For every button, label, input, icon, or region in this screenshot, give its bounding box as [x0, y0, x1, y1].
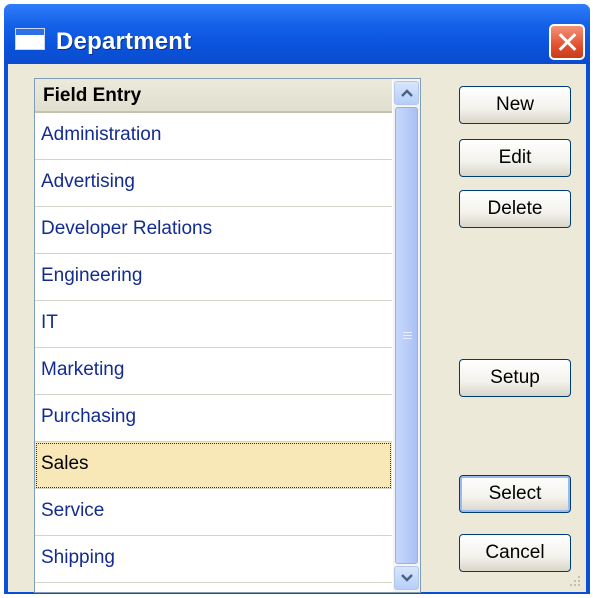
list-item-label: Shipping	[41, 547, 115, 568]
chevron-up-icon	[401, 89, 413, 97]
list-item[interactable]: Developer Relations	[35, 207, 392, 254]
list-item[interactable]: Shipping	[35, 536, 392, 583]
scrollbar-thumb[interactable]	[395, 107, 418, 564]
list-item-label: Engineering	[41, 265, 143, 286]
setup-button[interactable]: Setup	[459, 359, 571, 397]
edit-button[interactable]: Edit	[459, 139, 571, 177]
list-item-label: Purchasing	[41, 406, 137, 427]
cancel-button[interactable]: Cancel	[459, 534, 571, 572]
list-rows: Administration Advertising Developer Rel…	[35, 113, 392, 583]
new-button[interactable]: New	[459, 86, 571, 124]
list-item[interactable]: Engineering	[35, 254, 392, 301]
close-icon[interactable]	[549, 24, 585, 60]
list-item-label: Marketing	[41, 359, 125, 380]
list-item[interactable]: Administration	[35, 113, 392, 160]
select-button[interactable]: Select	[459, 475, 571, 513]
department-dialog: Department Field Entry Administration Ad…	[4, 4, 590, 594]
scroll-down-button[interactable]	[394, 566, 419, 590]
list-item[interactable]: Service	[35, 489, 392, 536]
list-item[interactable]: Advertising	[35, 160, 392, 207]
list-item-selected[interactable]: Sales	[35, 442, 392, 489]
list-item-label: Administration	[41, 124, 162, 145]
list-item-label: Service	[41, 500, 105, 521]
dialog-body: Field Entry Administration Advertising D…	[8, 64, 586, 593]
field-entry-list[interactable]: Field Entry Administration Advertising D…	[34, 78, 421, 593]
list-item[interactable]: Marketing	[35, 348, 392, 395]
column-header-field-entry[interactable]: Field Entry	[35, 79, 392, 113]
list-item-label: IT	[41, 312, 58, 333]
list-item[interactable]: IT	[35, 301, 392, 348]
resize-grip-icon[interactable]	[568, 574, 582, 588]
column-header-label: Field Entry	[43, 85, 142, 106]
title-bar[interactable]: Department	[4, 4, 590, 64]
window-title: Department	[56, 28, 192, 55]
list-item-label: Developer Relations	[41, 218, 213, 239]
scroll-up-button[interactable]	[394, 81, 419, 105]
window-icon	[15, 28, 45, 50]
list-item[interactable]: Purchasing	[35, 395, 392, 442]
vertical-scrollbar[interactable]	[393, 79, 420, 592]
list-item-label: Sales	[41, 453, 89, 474]
grip-icon	[403, 332, 412, 341]
list-item-label: Advertising	[41, 171, 135, 192]
delete-button[interactable]: Delete	[459, 190, 571, 228]
chevron-down-icon	[401, 574, 413, 582]
